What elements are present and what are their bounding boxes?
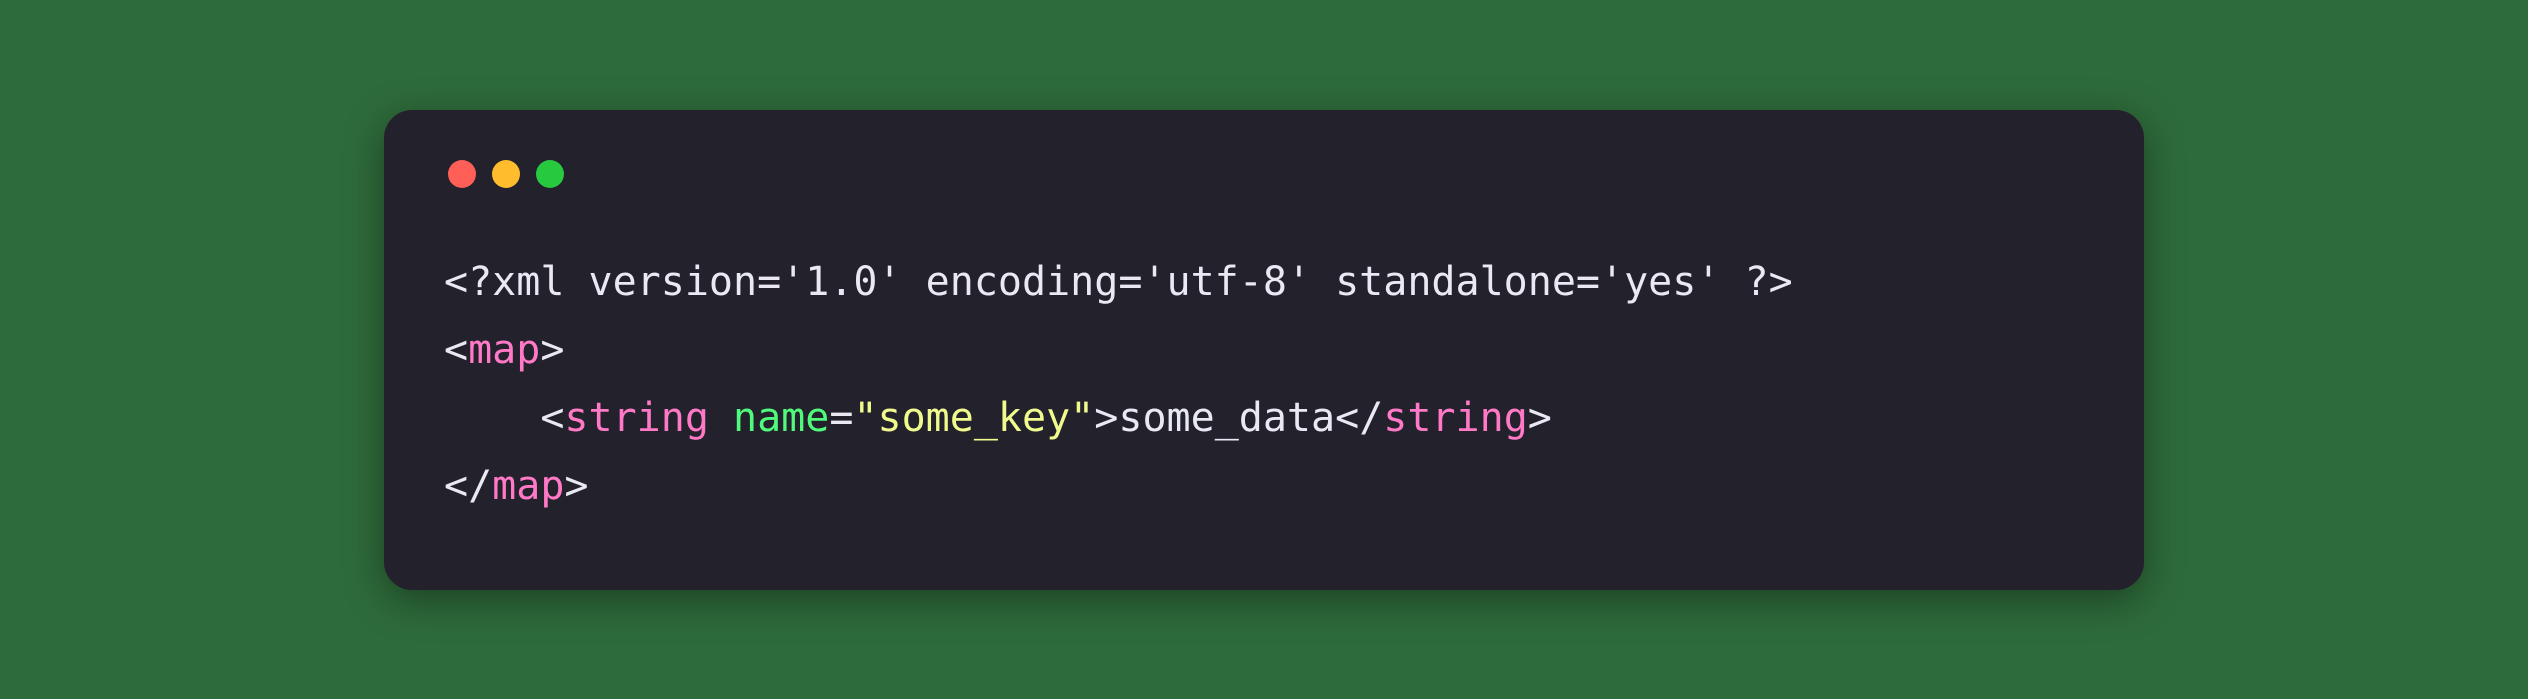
code-line: </map> xyxy=(444,463,589,509)
xml-pi-open: <? xyxy=(444,259,492,305)
tag-open-bracket: < xyxy=(444,327,468,373)
code-line: <?xml version='1.0' encoding='utf-8' sta… xyxy=(444,259,1793,305)
tag-name-map: map xyxy=(468,327,540,373)
tag-close-bracket: > xyxy=(1094,395,1118,441)
tag-open-bracket: < xyxy=(540,395,564,441)
close-icon[interactable] xyxy=(448,160,476,188)
code-window: <?xml version='1.0' encoding='utf-8' sta… xyxy=(384,110,2144,590)
closing-tag-open: </ xyxy=(1335,395,1383,441)
text-content: some_data xyxy=(1118,395,1335,441)
xml-version-value: '1.0' xyxy=(781,259,901,305)
attr-name: name xyxy=(709,395,829,441)
eq: = xyxy=(829,395,853,441)
xml-encoding: encoding xyxy=(902,259,1119,305)
attr-value: "some_key" xyxy=(853,395,1094,441)
code-line: <string name="some_key">some_data</strin… xyxy=(444,395,1552,441)
eq: = xyxy=(1576,259,1600,305)
xml-decl: xml version xyxy=(492,259,757,305)
xml-standalone-value: 'yes' xyxy=(1600,259,1720,305)
code-block: <?xml version='1.0' encoding='utf-8' sta… xyxy=(444,248,2084,520)
traffic-lights xyxy=(444,160,2084,188)
tag-close-bracket: > xyxy=(1528,395,1552,441)
code-line: <map> xyxy=(444,327,564,373)
indent xyxy=(444,395,540,441)
maximize-icon[interactable] xyxy=(536,160,564,188)
minimize-icon[interactable] xyxy=(492,160,520,188)
eq: = xyxy=(1118,259,1142,305)
tag-name-string: string xyxy=(1383,395,1528,441)
closing-tag-open: </ xyxy=(444,463,492,509)
xml-pi-close: ?> xyxy=(1720,259,1792,305)
xml-standalone: standalone xyxy=(1311,259,1576,305)
xml-encoding-value: 'utf-8' xyxy=(1142,259,1311,305)
eq: = xyxy=(757,259,781,305)
tag-name-string: string xyxy=(564,395,709,441)
tag-close-bracket: > xyxy=(564,463,588,509)
tag-name-map: map xyxy=(492,463,564,509)
tag-close-bracket: > xyxy=(540,327,564,373)
